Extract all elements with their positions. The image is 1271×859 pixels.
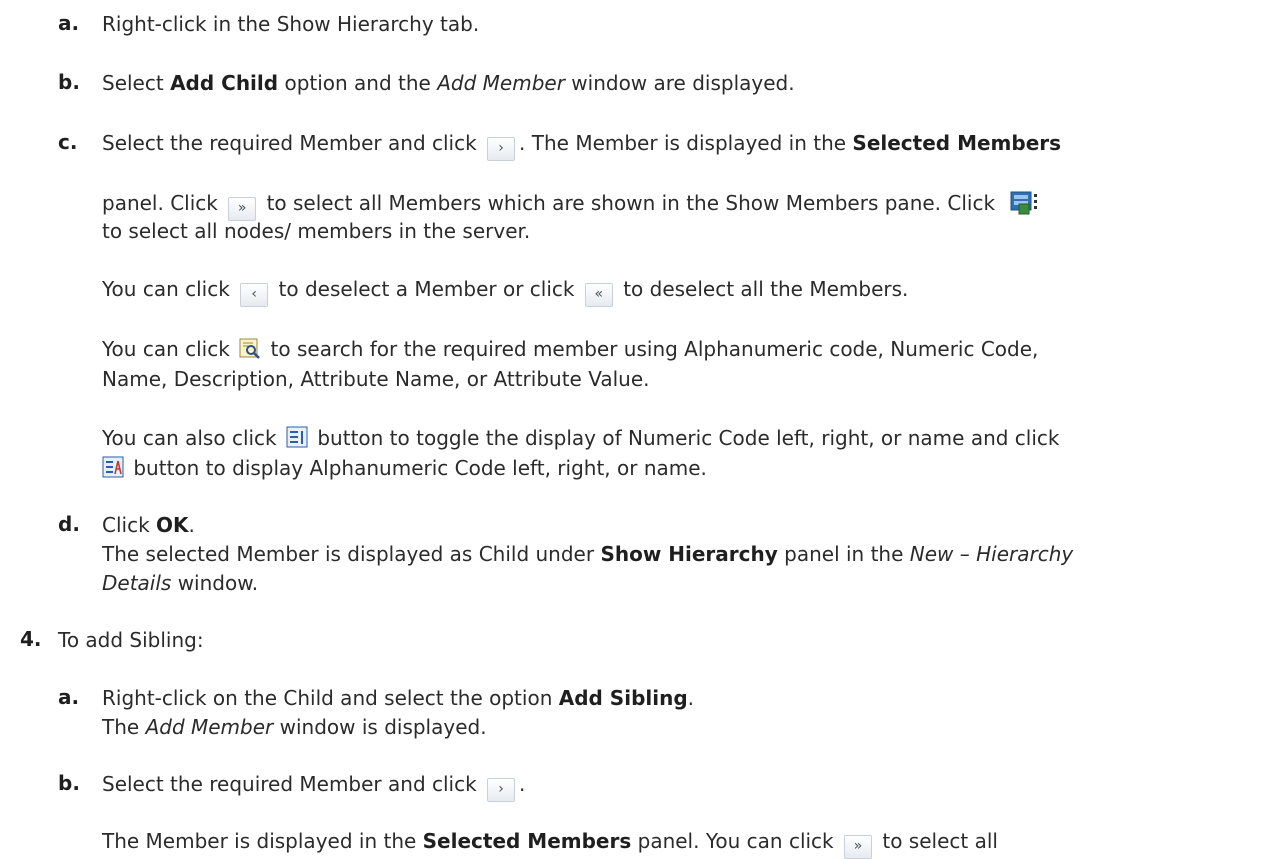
step-text: to select all nodes/ members in the serv… bbox=[102, 219, 531, 243]
search-icon[interactable] bbox=[239, 337, 261, 359]
step-text: Name, Description, Attribute Name, or At… bbox=[102, 367, 650, 391]
step-text: You can click ‹ to deselect a Member or … bbox=[102, 276, 908, 307]
step-text: You can also click button to toggle the … bbox=[102, 426, 1060, 450]
step-text: The Add Member window is displayed. bbox=[102, 715, 487, 739]
step-marker: a. bbox=[58, 685, 80, 709]
step-text: The Member is displayed in the Selected … bbox=[102, 828, 998, 859]
step-text: You can click to search for the required… bbox=[102, 337, 1039, 361]
numeric-code-toggle-icon[interactable] bbox=[286, 426, 308, 448]
step-marker: b. bbox=[58, 771, 80, 795]
select-one-button[interactable]: › bbox=[487, 778, 516, 802]
select-all-server-icon[interactable] bbox=[1009, 188, 1043, 216]
step-text: Right-click in the Show Hierarchy tab. bbox=[102, 12, 480, 36]
step-marker: c. bbox=[58, 130, 78, 154]
select-one-button[interactable]: › bbox=[487, 137, 516, 161]
step-text: To add Sibling: bbox=[58, 628, 204, 652]
deselect-all-button[interactable]: « bbox=[584, 283, 613, 307]
step-marker: a. bbox=[58, 11, 80, 35]
step-marker: d. bbox=[58, 512, 80, 536]
step-marker: 4. bbox=[20, 627, 42, 651]
deselect-one-button[interactable]: ‹ bbox=[240, 283, 269, 307]
select-all-button[interactable]: » bbox=[844, 835, 872, 859]
step-text: button to display Alphanumeric Code left… bbox=[102, 455, 707, 481]
step-text: Right-click on the Child and select the … bbox=[102, 686, 695, 710]
step-text: Click OK. bbox=[102, 513, 195, 537]
step-text: Details window. bbox=[102, 571, 259, 595]
step-text: Select Add Child option and the Add Memb… bbox=[102, 71, 795, 95]
step-text: The selected Member is displayed as Chil… bbox=[102, 542, 1074, 566]
alphanumeric-code-toggle-icon[interactable] bbox=[102, 456, 124, 478]
step-text: Select the required Member and click ›. … bbox=[102, 130, 1061, 161]
step-text: panel. Click » to select all Members whi… bbox=[102, 188, 1046, 221]
step-text: Select the required Member and click ›. bbox=[102, 771, 525, 802]
step-marker: b. bbox=[58, 70, 80, 94]
